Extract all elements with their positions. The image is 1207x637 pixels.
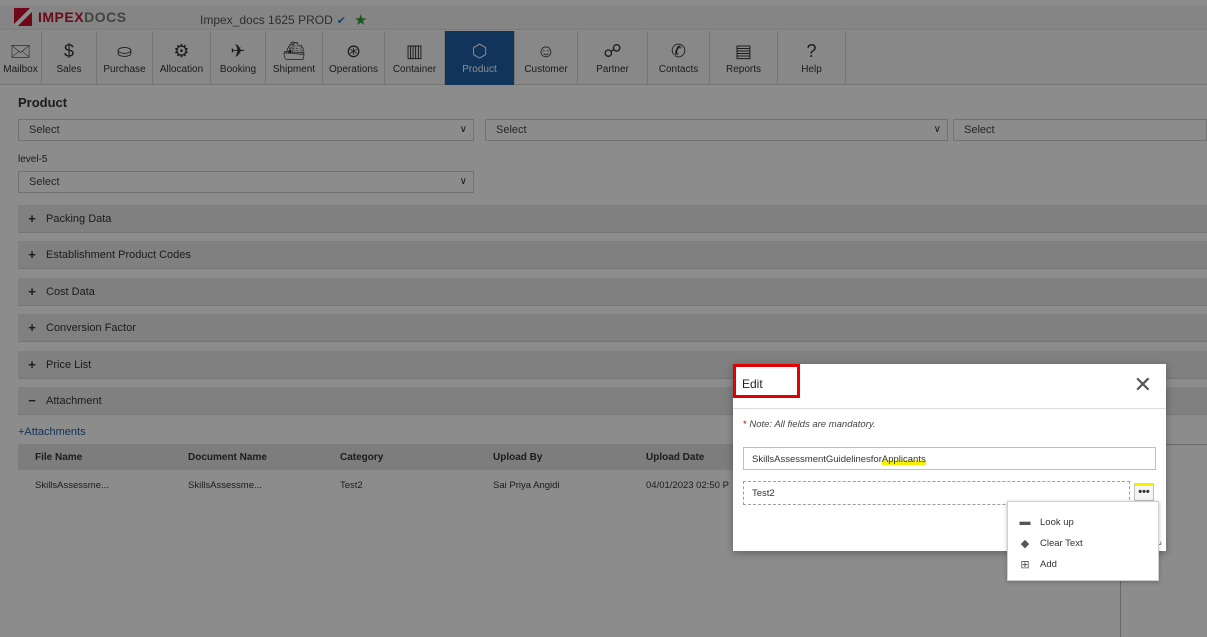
mandatory-note: * Note: All fields are mandatory.: [743, 419, 876, 430]
menu-item-add[interactable]: ⊞ Add: [1018, 556, 1057, 572]
close-icon[interactable]: ✕: [1134, 372, 1152, 398]
dialog-divider: [733, 408, 1166, 409]
document-name-input[interactable]: SkillsAssessmentGuidelinesforApplicants: [743, 447, 1156, 470]
menu-item-clear-text[interactable]: ◆ Clear Text: [1018, 535, 1083, 551]
highlighted-text: Applicants: [881, 454, 926, 465]
plus-box-icon: ⊞: [1020, 558, 1030, 571]
required-asterisk: *: [743, 419, 747, 430]
eraser-icon: ◆: [1020, 537, 1030, 550]
more-options-button[interactable]: •••: [1134, 483, 1154, 501]
folder-icon: ▬: [1019, 516, 1031, 528]
dialog-title: Edit: [742, 377, 763, 391]
menu-item-look-up[interactable]: ▬ Look up: [1018, 514, 1074, 530]
category-options-menu: ▬ Look up ◆ Clear Text ⊞ Add: [1007, 501, 1159, 581]
